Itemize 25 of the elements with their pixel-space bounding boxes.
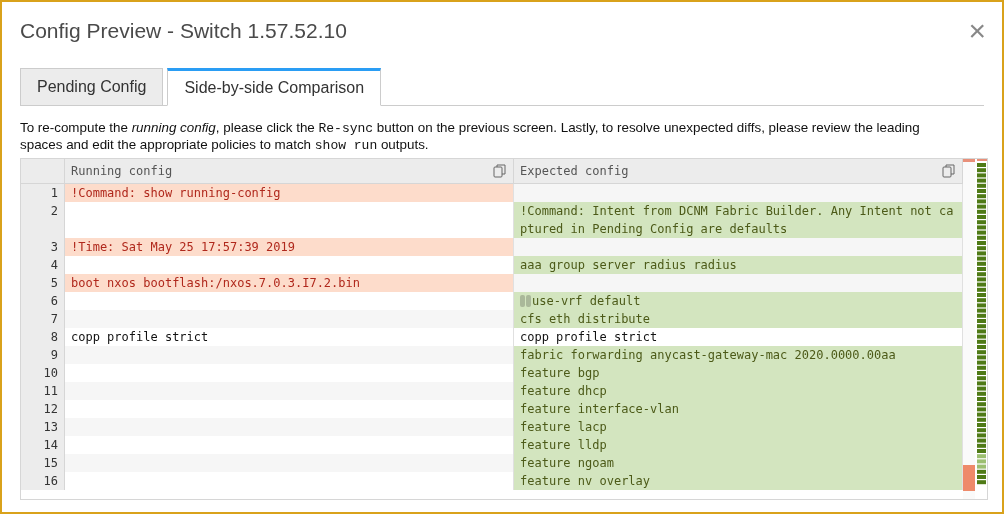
line-number: 8	[21, 328, 65, 346]
copy-icon[interactable]	[942, 164, 956, 178]
line-number: 5	[21, 274, 65, 292]
column-title: Running config	[71, 164, 173, 178]
tab[interactable]: Side-by-side Comparison	[167, 68, 382, 106]
window-title: Config Preview - Switch 1.57.52.10	[20, 19, 347, 43]
line-number: 16	[21, 472, 65, 490]
line-number: 11	[21, 382, 65, 400]
line-number: 7	[21, 310, 65, 328]
close-button[interactable]: ×	[968, 16, 986, 46]
line-number: 4	[21, 256, 65, 274]
line-number: 13	[21, 418, 65, 436]
copy-icon[interactable]	[493, 164, 507, 178]
line-number: 10	[21, 364, 65, 382]
line-number: 12	[21, 400, 65, 418]
line-number: 2	[21, 202, 65, 238]
instruction-text: To re-compute the running config, please click the Re-sync button on the previous screen. Lastly, to resolve unexpected diffs, please review the leading spaces and edit the appropriate policies to match show run outputs.	[20, 120, 921, 154]
line-number: 9	[21, 346, 65, 364]
column-title: Expected config	[520, 164, 629, 178]
tab[interactable]: Pending Config	[20, 68, 164, 106]
line-number: 14	[21, 436, 65, 454]
line-number: 3	[21, 238, 65, 256]
line-number: 6	[21, 292, 65, 310]
line-number: 1	[21, 184, 65, 202]
line-number: 15	[21, 454, 65, 472]
